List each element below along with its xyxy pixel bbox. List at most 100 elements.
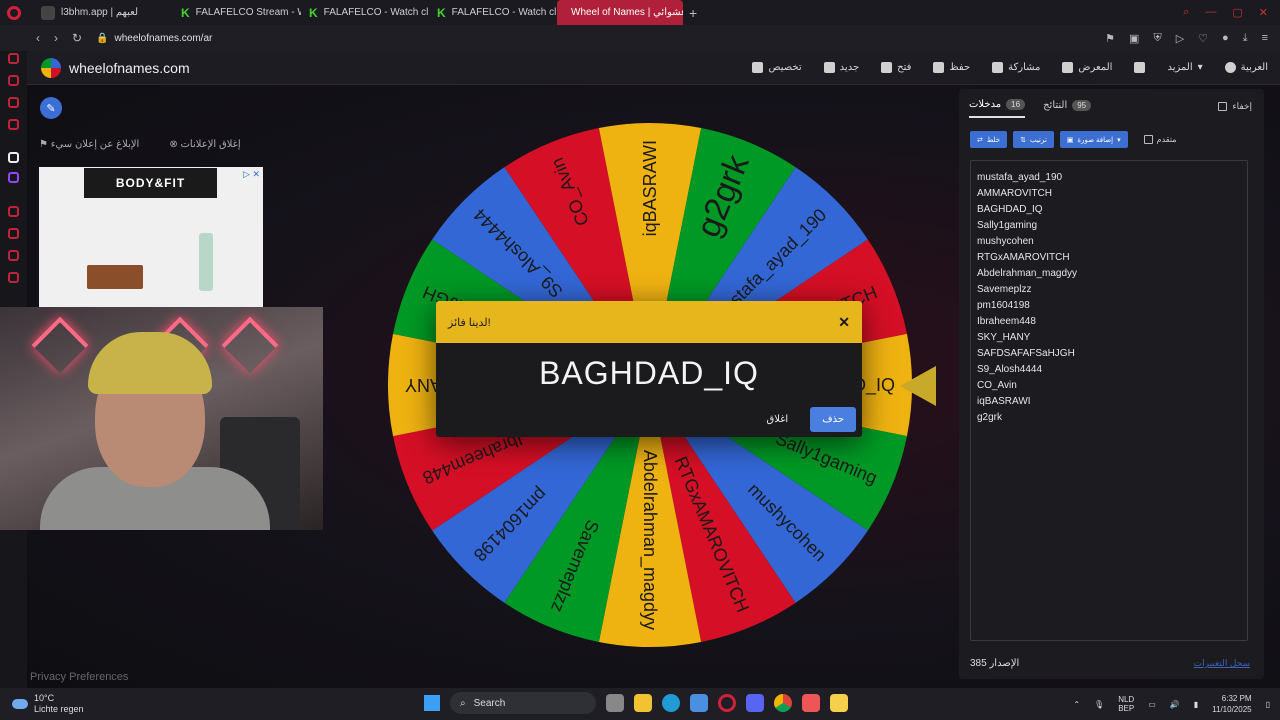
browser-tab[interactable]: l3bhm.app | لعبهم <box>33 0 173 25</box>
menu-more[interactable]: المزيد ▾ <box>1167 62 1202 73</box>
menu-open[interactable]: فتح <box>881 62 911 73</box>
sidebar-history-icon[interactable] <box>8 228 19 239</box>
tab-entries[interactable]: مدخلات 16 <box>969 99 1026 118</box>
site-name[interactable]: wheelofnames.com <box>69 60 190 76</box>
entries-textarea[interactable]: mustafa_ayad_190 AMMAROVITCH BAGHDAD_IQ Sal… <box>970 160 1248 641</box>
tray-chevron-icon[interactable]: ⌃ <box>1073 700 1080 709</box>
fullscreen-button[interactable] <box>1134 62 1146 73</box>
tab-results[interactable]: النتائج 95 <box>1043 99 1092 118</box>
entry-line[interactable]: iqBASRAWI <box>977 394 1241 410</box>
hide-checkbox[interactable]: إخفاء <box>1218 101 1252 112</box>
new-tab-button[interactable]: + <box>689 5 697 21</box>
bookmark-icon[interactable]: ⚑ <box>1105 32 1115 45</box>
entry-line[interactable]: Savemeplzz <box>977 282 1241 298</box>
advertisement[interactable]: BODY&FIT ▷ ✕ <box>39 167 263 309</box>
edit-button[interactable]: ✎ <box>40 97 62 119</box>
sidebar-twitch-icon[interactable] <box>8 172 19 183</box>
menu-language[interactable]: العربية <box>1224 62 1268 73</box>
entry-line[interactable]: SAFDSAFAFSaHJGH <box>977 346 1241 362</box>
address-bar-tools: ⚑ ▣ ⛨ ▷ ♡ ● ⤓ ≡ <box>1105 32 1280 45</box>
entry-line[interactable]: AMMAROVITCH <box>977 186 1241 202</box>
close-icon[interactable]: ✕ <box>838 314 850 331</box>
language-indicator[interactable]: NLD BEP <box>1118 695 1134 713</box>
browser-tab[interactable]: K FALAFELCO - Watch clip <box>429 0 557 25</box>
entry-line[interactable]: Abdelrahman_magdyy <box>977 266 1241 282</box>
chrome-icon[interactable] <box>774 694 792 712</box>
snapshot-icon[interactable]: ▣ <box>1129 32 1139 45</box>
sidebar-kick-icon[interactable] <box>8 152 19 163</box>
ad-choices-icon[interactable]: ▷ ✕ <box>243 169 260 180</box>
maximize-icon[interactable]: ▢ <box>1232 6 1242 19</box>
forward-icon[interactable]: › <box>54 31 58 45</box>
browser-tab-active[interactable]: Wheel of Names | عشوائي <box>557 0 683 25</box>
edge-icon[interactable] <box>662 694 680 712</box>
report-ad-link[interactable]: ⚑ الإبلاغ عن إعلان سيء <box>39 139 139 150</box>
network-icon[interactable]: ▭ <box>1148 700 1156 709</box>
entry-line[interactable]: S9_Alosh4444 <box>977 362 1241 378</box>
browser-tab[interactable]: K FALAFELCO - Watch clip <box>301 0 429 25</box>
add-image-button[interactable]: ▣ إضافة صورة ▾ <box>1059 131 1128 148</box>
notes-icon[interactable] <box>830 694 848 712</box>
back-icon[interactable]: ‹ <box>36 31 40 45</box>
changelog-link[interactable]: سجل التغييرات <box>1194 658 1250 669</box>
entry-line[interactable]: mushycohen <box>977 234 1241 250</box>
sort-button[interactable]: ⇅ ترتيب <box>1013 131 1054 148</box>
entry-line[interactable]: SKY_HANY <box>977 330 1241 346</box>
profile-icon[interactable]: ● <box>1222 32 1229 45</box>
search-tabs-icon[interactable]: ⌕ <box>1183 6 1189 19</box>
entry-line[interactable]: CO_Avin <box>977 378 1241 394</box>
remove-button[interactable]: حذف <box>810 407 856 432</box>
weather-widget[interactable]: 10°C Lichte regen <box>12 693 84 715</box>
privacy-preferences-link[interactable]: Privacy Preferences <box>30 671 128 683</box>
menu-save[interactable]: حفظ <box>933 62 970 73</box>
sidebar-app-icon[interactable] <box>8 97 19 108</box>
close-ads-link[interactable]: ⊗ إغلاق الإعلانات <box>169 139 240 150</box>
entry-line[interactable]: RTGxAMAROVITCH <box>977 250 1241 266</box>
app-icon[interactable] <box>802 694 820 712</box>
taskbar-search[interactable]: ⌕ Search <box>450 692 596 714</box>
advanced-checkbox[interactable]: متقدم <box>1143 135 1177 144</box>
menu-gallery[interactable]: المعرض <box>1062 62 1112 73</box>
url-field[interactable]: 🔒 wheelofnames.com/ar <box>96 33 212 44</box>
wheel-slice-label: iqBASRAWI <box>640 140 660 236</box>
browser-tab[interactable]: KFALAFELCO Stream - Wat <box>173 0 301 25</box>
task-view-icon[interactable] <box>606 694 624 712</box>
discord-icon[interactable] <box>746 694 764 712</box>
file-explorer-icon[interactable] <box>634 694 652 712</box>
save-icon <box>933 62 945 73</box>
battery-icon[interactable]: ▮ <box>1194 700 1198 709</box>
menu-customize[interactable]: تخصيص <box>752 62 802 73</box>
sidebar-app-icon[interactable] <box>8 53 19 64</box>
download-icon[interactable]: ⤓ <box>1243 32 1248 45</box>
heart-icon[interactable]: ♡ <box>1198 32 1208 45</box>
entry-line[interactable]: Ibraheem448 <box>977 314 1241 330</box>
reload-icon[interactable]: ↻ <box>72 31 82 45</box>
microphone-icon[interactable]: 🎙 <box>1094 700 1104 709</box>
menu-icon[interactable]: ≡ <box>1262 32 1268 45</box>
minimize-icon[interactable]: — <box>1205 6 1216 19</box>
entry-line[interactable]: BAGHDAD_IQ <box>977 202 1241 218</box>
notifications-icon[interactable]: ▯ <box>1266 700 1270 709</box>
entry-line[interactable]: pm1604198 <box>977 298 1241 314</box>
sidebar-app-icon[interactable] <box>8 119 19 130</box>
shuffle-button[interactable]: ⇄ خلط <box>970 131 1008 148</box>
close-icon[interactable]: ✕ <box>1259 6 1268 19</box>
sidebar-app-icon[interactable] <box>8 206 19 217</box>
opera-logo-icon[interactable] <box>7 5 21 20</box>
windows-start-icon[interactable] <box>424 695 440 711</box>
shield-icon[interactable]: ⛨ <box>1153 32 1161 45</box>
menu-new[interactable]: جديد <box>823 62 859 73</box>
entry-line[interactable]: g2grk <box>977 410 1241 426</box>
menu-share[interactable]: مشاركة <box>992 62 1040 73</box>
store-icon[interactable] <box>690 694 708 712</box>
clock[interactable]: 6:32 PM 11/10/2025 <box>1212 693 1251 715</box>
volume-icon[interactable]: 🔊 <box>1170 700 1180 709</box>
sidebar-app-icon[interactable] <box>8 75 19 86</box>
play-icon[interactable]: ▷ <box>1176 32 1184 45</box>
sidebar-app-icon[interactable] <box>8 250 19 261</box>
entry-line[interactable]: Sally1gaming <box>977 218 1241 234</box>
entry-line[interactable]: mustafa_ayad_190 <box>977 170 1241 186</box>
sidebar-settings-icon[interactable] <box>8 272 19 283</box>
opera-icon[interactable] <box>718 694 736 712</box>
close-button[interactable]: اغلاق <box>756 408 798 431</box>
